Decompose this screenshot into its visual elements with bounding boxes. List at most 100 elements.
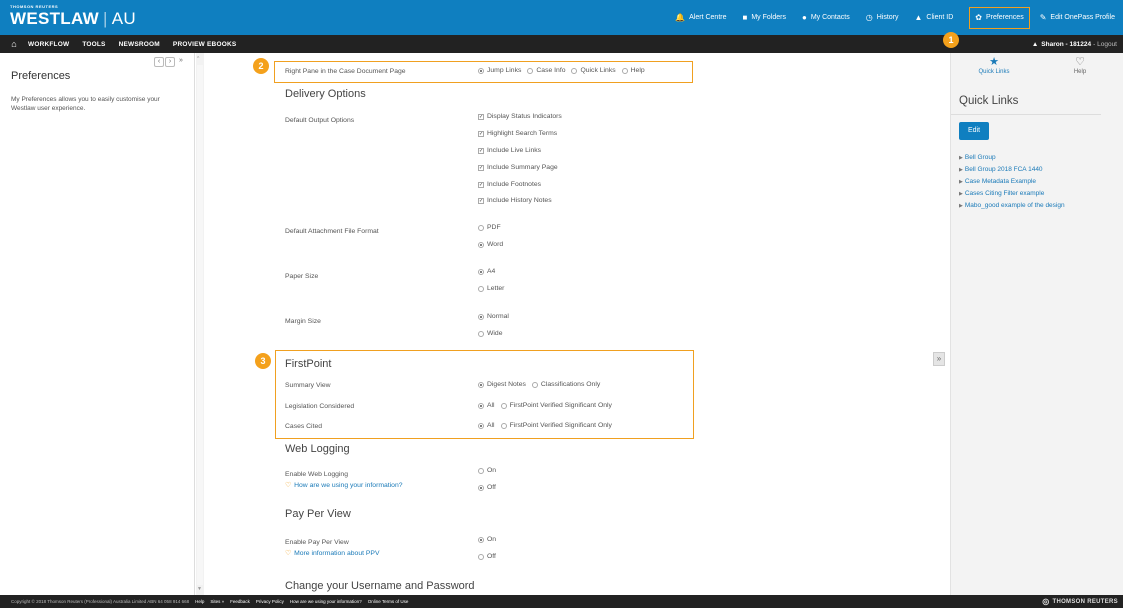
checkbox-include-footnotes[interactable]: ✓ Include Footnotes [478,181,541,188]
legislation-options: All FirstPoint Verified Significant Only [478,402,618,409]
radio-classifications-only[interactable]: Classifications Only [531,381,600,388]
radio-help[interactable]: Help [621,67,645,74]
footer-link-info-usage[interactable]: How are we using your information? [290,599,362,604]
section-web-logging: Web Logging [285,443,350,455]
quick-link-item[interactable]: ▶ Case Metadata Example [959,176,1065,188]
radio-web-logging-on[interactable]: On [478,467,496,474]
summary-view-label: Summary View [285,382,331,389]
radio-jump-links[interactable]: Jump Links [478,67,521,74]
next-button[interactable]: › [165,57,175,67]
attachment-format-label: Default Attachment File Format [285,228,379,235]
footer-link-privacy[interactable]: Privacy Policy [256,599,284,604]
radio-legislation-all[interactable]: All [478,402,495,409]
topnav-client-id[interactable]: ▲ Client ID [914,0,953,35]
topnav-preferences[interactable]: ✿ Preferences [969,6,1030,29]
left-panel: ‹ › » Preferences My Preferences allows … [0,53,195,595]
radio-normal[interactable]: Normal [478,313,509,320]
nav-workflow[interactable]: WORKFLOW [28,41,69,48]
checkbox-include-live-links[interactable]: ✓ Include Live Links [478,147,541,154]
radio-cases-all[interactable]: All [478,422,495,429]
prev-button[interactable]: ‹ [154,57,164,67]
edit-icon: ✎ [1039,13,1047,22]
expand-right-panel-button[interactable]: » [933,352,945,366]
web-logging-info-link[interactable]: How are we using your information? [294,482,402,489]
topnav-my-contacts[interactable]: ● My Contacts [802,0,850,35]
nav-newsroom[interactable]: NEWSROOM [119,41,160,48]
margin-size-label: Margin Size [285,318,321,325]
step-badge-1: 1 [943,32,959,48]
quick-link-item[interactable]: ▶ Bell Group 2018 FCA 1440 [959,164,1065,176]
topnav-alert-centre[interactable]: 🔔 Alert Centre [675,0,726,35]
radio-wide[interactable]: Wide [478,330,503,337]
footer-link-feedback[interactable]: Feedback [230,599,250,604]
footer-link-help[interactable]: Help [195,599,204,604]
user-name[interactable]: Sharon - 181224 [1041,41,1091,48]
lightbulb-icon: ♡ [1075,56,1085,68]
caret-right-icon: ▶ [959,203,963,209]
star-icon: ★ [989,56,999,68]
radio-web-logging-off[interactable]: Off [478,484,496,491]
gear-icon: ✿ [975,13,982,22]
topnav-my-folders[interactable]: ■ My Folders [743,0,786,35]
logout-link[interactable]: - Logout [1093,41,1117,48]
topnav-edit-onepass-profile[interactable]: ✎ Edit OnePass Profile [1040,0,1115,35]
collapse-panel-button[interactable]: » [176,57,186,67]
checkbox-highlight-search-terms[interactable]: ✓ Highlight Search Terms [478,130,557,137]
checkbox-display-status-indicators[interactable]: ✓ Display Status Indicators [478,113,562,120]
tab-help[interactable]: ♡ Help [1037,55,1123,85]
caret-right-icon: ▶ [959,179,963,185]
quick-link-item[interactable]: ▶ Bell Group [959,152,1065,164]
caret-right-icon: ▶ [959,155,963,161]
cases-cited-options: All FirstPoint Verified Significant Only [478,422,618,429]
scroll-thumb[interactable] [197,65,203,585]
top-bar: THOMSON REUTERS WESTLAW | AU 🔔 Alert Centre… [0,0,1123,35]
quick-link-item[interactable]: ▶ Cases Citing Filter example [959,188,1065,200]
lightbulb-icon: ♡ [285,550,292,557]
bell-icon: 🔔 [675,13,686,22]
radio-pdf[interactable]: PDF [478,224,501,231]
default-output-label: Default Output Options [285,117,355,124]
section-delivery-options: Delivery Options [285,88,366,100]
topnav-history[interactable]: ◷ History [866,0,899,35]
contacts-icon: ● [801,13,807,22]
folder-icon: ■ [742,13,748,22]
radio-digest-notes[interactable]: Digest Notes [478,381,526,388]
westlaw-logo[interactable]: THOMSON REUTERS WESTLAW | AU [10,4,136,29]
tab-quick-links[interactable]: ★ Quick Links [951,55,1037,85]
top-nav: 🔔 Alert Centre ■ My Folders ● My Contacts ◷… [675,0,1123,35]
page-title: Preferences [11,70,71,82]
quick-link-item[interactable]: ▶ Mabo_good example of the design [959,200,1065,212]
home-icon[interactable]: ⌂ [0,39,28,49]
radio-cases-verified[interactable]: FirstPoint Verified Significant Only [500,422,612,429]
step-badge-3: 3 [255,353,271,369]
radio-case-info[interactable]: Case Info [527,67,565,74]
radio-ppv-off[interactable]: Off [478,553,496,560]
ppv-info: ♡ More information about PPV [285,549,379,557]
legislation-considered-label: Legislation Considered [285,403,355,410]
checkbox-include-summary-page[interactable]: ✓ Include Summary Page [478,164,558,171]
lightbulb-icon: ♡ [285,482,292,489]
main-scrollbar[interactable]: ^ ▼ [196,53,204,595]
edit-quick-links-button[interactable]: Edit [959,122,989,140]
radio-quick-links[interactable]: Quick Links [571,67,616,74]
user-info: ▲ Sharon - 181224 - Logout [1032,35,1117,53]
thomson-reuters-logo-icon: ◎ [1042,597,1050,606]
ppv-info-link[interactable]: More information about PPV [294,550,379,557]
radio-letter[interactable]: Letter [478,285,504,292]
nav-tools[interactable]: TOOLS [82,41,105,48]
radio-legislation-verified[interactable]: FirstPoint Verified Significant Only [500,402,612,409]
footer-link-terms[interactable]: Online Terms of Use [368,599,409,604]
footer-link-sites[interactable]: Sites » [210,599,224,604]
right-panel-tabs: ★ Quick Links ♡ Help [951,55,1123,85]
checkbox-include-history-notes[interactable]: ✓ Include History Notes [478,197,552,204]
step-badge-2: 2 [253,58,269,74]
radio-word[interactable]: Word [478,241,503,248]
radio-ppv-on[interactable]: On [478,536,496,543]
scroll-down-icon[interactable]: ▼ [197,586,202,592]
quick-links-title: Quick Links [959,95,1019,107]
radio-a4[interactable]: A4 [478,268,495,275]
scroll-up-icon[interactable]: ^ [197,56,199,62]
nav-proview-ebooks[interactable]: PROVIEW EBOOKS [173,41,236,48]
ppv-label: Enable Pay Per View [285,539,349,546]
summary-view-options: Digest Notes Classifications Only [478,381,606,388]
